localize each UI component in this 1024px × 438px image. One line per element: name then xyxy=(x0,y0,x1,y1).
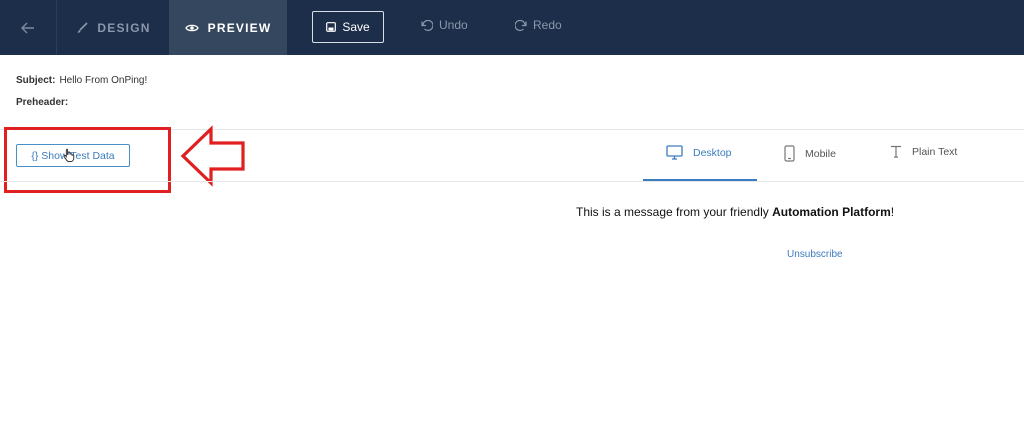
tab-desktop-label: Desktop xyxy=(693,146,732,159)
redo-label: Redo xyxy=(533,18,562,32)
eye-icon xyxy=(184,24,199,31)
back-button[interactable] xyxy=(0,0,57,55)
message-bold-text: Automation Platform xyxy=(772,205,891,219)
subject-label: Subject: xyxy=(16,75,56,86)
undo-icon xyxy=(421,19,433,31)
tab-plain-text-label: Plain Text xyxy=(912,145,958,158)
redo-button[interactable]: Redo xyxy=(515,18,562,32)
tab-desktop[interactable]: Desktop xyxy=(666,145,732,160)
subject-line: Subject: Hello From OnPing! xyxy=(16,75,147,86)
brush-icon xyxy=(77,21,88,33)
tab-mobile-label: Mobile xyxy=(805,147,836,160)
divider xyxy=(0,181,1024,182)
preheader-label: Preheader: xyxy=(16,97,69,108)
tab-design[interactable]: DESIGN xyxy=(58,0,169,55)
tab-preview[interactable]: PREVIEW xyxy=(169,0,287,55)
desktop-icon xyxy=(666,145,683,160)
annotation-arrow-icon xyxy=(180,125,245,187)
text-icon xyxy=(891,145,901,158)
tab-preview-label: PREVIEW xyxy=(207,20,272,35)
top-toolbar: DESIGN PREVIEW Save Undo Redo xyxy=(0,0,1024,55)
save-button[interactable]: Save xyxy=(312,11,384,43)
save-icon xyxy=(326,22,337,32)
annotation-highlight-box xyxy=(4,127,171,193)
message-suffix: ! xyxy=(890,205,895,219)
tab-plain-text[interactable]: Plain Text xyxy=(890,145,957,158)
preheader-line: Preheader: xyxy=(16,97,72,108)
subject-value: Hello From OnPing! xyxy=(59,75,148,86)
mobile-icon xyxy=(784,145,795,162)
undo-label: Undo xyxy=(439,18,468,32)
message-text: This is a message from your friendly xyxy=(576,205,773,219)
undo-button[interactable]: Undo xyxy=(421,18,468,32)
unsubscribe-link[interactable]: Unsubscribe xyxy=(787,249,843,260)
redo-icon xyxy=(515,19,527,31)
save-label: Save xyxy=(342,20,370,34)
preview-message: This is a message from your friendly Aut… xyxy=(576,205,894,219)
tab-design-label: DESIGN xyxy=(97,20,151,35)
arrow-left-icon xyxy=(21,22,34,33)
tab-mobile[interactable]: Mobile xyxy=(784,145,836,162)
